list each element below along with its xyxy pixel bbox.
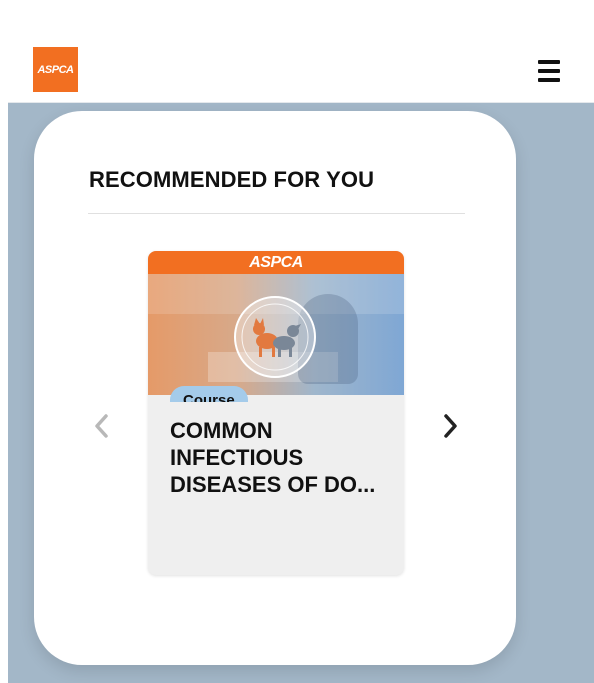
course-card-body: COMMON INFECTIOUS DISEASES OF DO... — [148, 395, 404, 498]
hamburger-menu-icon[interactable] — [538, 60, 560, 82]
chevron-left-icon — [95, 414, 108, 438]
carousel-prev-button[interactable] — [90, 411, 114, 441]
chevron-right-icon — [444, 414, 457, 438]
cat-dog-emblem-icon — [234, 296, 316, 378]
recommended-panel: RECOMMENDED FOR YOU ASPCA COMMON INFECTI… — [34, 111, 516, 665]
top-navigation-bar: ASPCA — [8, 8, 594, 103]
course-thumbnail-image — [148, 274, 404, 395]
carousel-next-button[interactable] — [438, 411, 462, 441]
course-title: COMMON INFECTIOUS DISEASES OF DO... — [170, 418, 376, 497]
aspca-logo[interactable]: ASPCA — [33, 47, 78, 92]
menu-bar-bottom — [538, 78, 560, 82]
section-divider — [88, 213, 465, 214]
menu-bar-middle — [538, 69, 560, 73]
section-title: RECOMMENDED FOR YOU — [89, 167, 375, 192]
course-type-badge: Course — [170, 386, 248, 402]
menu-bar-top — [538, 60, 560, 64]
course-type-badge-clip: Course — [170, 386, 252, 402]
course-banner: ASPCA — [148, 251, 404, 274]
course-banner-logo-text: ASPCA — [249, 253, 303, 271]
course-card[interactable]: ASPCA COMMON INFECTIOUS DISEASES OF DO..… — [148, 251, 404, 575]
page-frame: ASPCA RECOMMENDED FOR YOU ASPCA COMMON I… — [8, 8, 594, 683]
logo-text: ASPCA — [37, 63, 74, 76]
